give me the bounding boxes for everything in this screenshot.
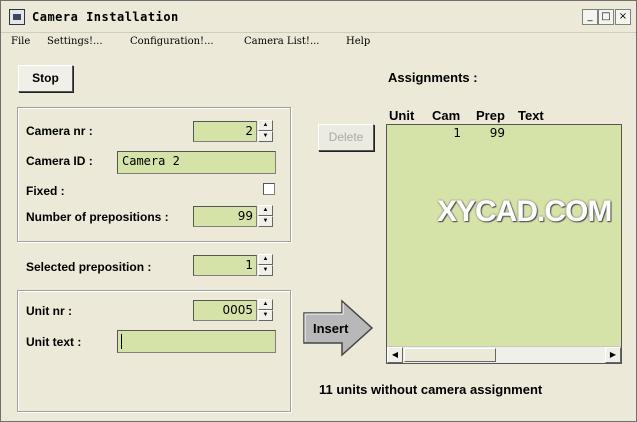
unit-nr-spinner[interactable]: ▲ ▼	[258, 299, 273, 321]
prepositions-spinner[interactable]: ▲ ▼	[258, 205, 273, 227]
camera-id-label: Camera ID :	[26, 154, 93, 168]
unit-text-label: Unit text :	[26, 335, 82, 349]
unit-text-field[interactable]	[117, 330, 276, 353]
title-bar: Camera Installation _ □ ×	[1, 1, 636, 33]
column-header-unit[interactable]: Unit	[389, 108, 414, 123]
camera-app-icon[interactable]	[9, 9, 25, 25]
close-button[interactable]: ×	[615, 9, 631, 25]
fixed-checkbox[interactable]	[263, 183, 275, 195]
menu-help[interactable]: Help	[346, 36, 370, 47]
spin-up-arrow-icon[interactable]: ▲	[258, 120, 273, 131]
camera-installation-window: Camera Installation _ □ × File Settings!…	[0, 0, 637, 422]
row-prep: 99	[489, 126, 505, 140]
camera-id-field[interactable]: Camera 2	[117, 151, 276, 174]
spin-down-arrow-icon[interactable]: ▼	[258, 310, 273, 321]
selected-preposition-spinner[interactable]: ▲ ▼	[258, 254, 273, 276]
camera-nr-field[interactable]: 2	[193, 121, 257, 142]
menu-camera-list[interactable]: Camera List!...	[244, 36, 319, 47]
scrollbar-thumb[interactable]	[404, 348, 496, 362]
watermark: XYCAD.COM	[437, 195, 612, 228]
horizontal-scrollbar[interactable]: ◀ ▶	[387, 346, 621, 363]
row-cam: 1	[453, 126, 461, 140]
spin-up-arrow-icon[interactable]: ▲	[258, 254, 273, 265]
text-cursor	[121, 334, 122, 349]
assignments-list[interactable]: 1 99 ◀ ▶	[386, 124, 622, 364]
column-header-cam[interactable]: Cam	[432, 108, 460, 123]
unit-nr-label: Unit nr :	[26, 304, 72, 318]
menu-configuration[interactable]: Configuration!...	[130, 36, 214, 47]
assignments-title: Assignments :	[388, 70, 478, 85]
selected-preposition-field[interactable]: 1	[193, 255, 257, 276]
selected-preposition-label: Selected preposition :	[26, 260, 152, 274]
spin-down-arrow-icon[interactable]: ▼	[258, 131, 273, 142]
scroll-left-arrow-icon[interactable]: ◀	[387, 347, 403, 363]
menu-settings[interactable]: Settings!...	[47, 36, 103, 47]
delete-button[interactable]: Delete	[318, 124, 374, 151]
menu-bar: File Settings!... Configuration!... Came…	[1, 33, 636, 53]
scroll-right-arrow-icon[interactable]: ▶	[605, 347, 621, 363]
insert-button[interactable]: Insert	[302, 299, 374, 357]
prepositions-field[interactable]: 99	[193, 206, 257, 227]
camera-nr-label: Camera nr :	[26, 124, 93, 138]
menu-file[interactable]: File	[11, 36, 30, 47]
insert-button-label: Insert	[313, 321, 349, 336]
unassigned-units-status: 11 units without camera assignment	[319, 382, 543, 397]
list-item[interactable]: 1 99	[387, 125, 621, 141]
fixed-label: Fixed :	[26, 184, 65, 198]
window-title: Camera Installation	[32, 10, 179, 24]
maximize-button[interactable]: □	[598, 9, 614, 25]
column-header-prep[interactable]: Prep	[476, 108, 505, 123]
minimize-button[interactable]: _	[582, 9, 598, 25]
stop-button[interactable]: Stop	[18, 65, 73, 92]
prepositions-label: Number of prepositions :	[26, 210, 169, 224]
camera-nr-spinner[interactable]: ▲ ▼	[258, 120, 273, 142]
spin-down-arrow-icon[interactable]: ▼	[258, 265, 273, 276]
spin-up-arrow-icon[interactable]: ▲	[258, 205, 273, 216]
spin-up-arrow-icon[interactable]: ▲	[258, 299, 273, 310]
spin-down-arrow-icon[interactable]: ▼	[258, 216, 273, 227]
column-header-text[interactable]: Text	[518, 108, 544, 123]
unit-nr-field[interactable]: 0005	[193, 300, 257, 321]
